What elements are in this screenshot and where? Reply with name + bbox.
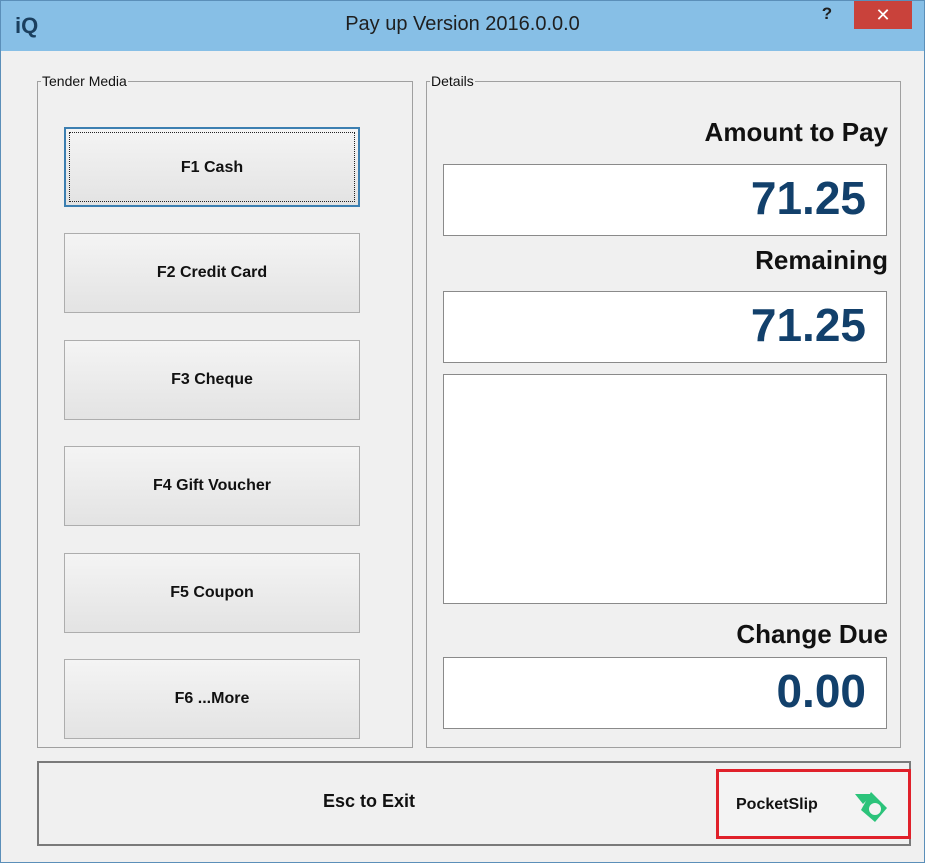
f1-cash-button[interactable]: F1 Cash: [64, 127, 360, 207]
amount-to-pay-label: Amount to Pay: [704, 117, 888, 147]
f2-credit-card-button[interactable]: F2 Credit Card: [64, 233, 360, 313]
esc-exit-button[interactable]: Esc to Exit: [39, 791, 699, 812]
payup-window: iQ Pay up Version 2016.0.0.0 ? ✕ Tender …: [0, 0, 925, 863]
close-button[interactable]: ✕: [854, 1, 912, 29]
help-button[interactable]: ?: [813, 1, 841, 29]
exit-bar[interactable]: Esc to Exit PocketSlip: [37, 761, 911, 846]
change-due-label: Change Due: [736, 619, 888, 649]
remaining-label: Remaining: [755, 245, 888, 275]
amount-to-pay-field: 71.25: [443, 164, 887, 236]
title-bar[interactable]: iQ Pay up Version 2016.0.0.0 ? ✕: [1, 1, 924, 51]
f5-coupon-button[interactable]: F5 Coupon: [64, 553, 360, 633]
tender-media-group: Tender Media F1 Cash F2 Credit Card F3 C…: [37, 73, 413, 748]
remaining-field: 71.25: [443, 291, 887, 363]
details-group: Details Amount to Pay 71.25 Remaining 71…: [426, 73, 901, 748]
remaining-value: 71.25: [750, 299, 866, 351]
tender-media-legend: Tender Media: [42, 73, 127, 89]
amount-to-pay-value: 71.25: [750, 172, 866, 224]
payments-list[interactable]: [443, 374, 887, 604]
f4-gift-voucher-button[interactable]: F4 Gift Voucher: [64, 446, 360, 526]
f6-more-button[interactable]: F6 ...More: [64, 659, 360, 739]
f3-cheque-button[interactable]: F3 Cheque: [64, 340, 360, 420]
window-title: Pay up Version 2016.0.0.0: [345, 13, 580, 35]
change-due-value: 0.00: [776, 665, 866, 717]
details-legend: Details: [431, 73, 474, 89]
pocketslip-button[interactable]: PocketSlip: [716, 769, 911, 839]
change-due-field: 0.00: [443, 657, 887, 729]
pocketslip-logo-icon: [855, 792, 887, 822]
pocketslip-label: PocketSlip: [736, 796, 818, 813]
